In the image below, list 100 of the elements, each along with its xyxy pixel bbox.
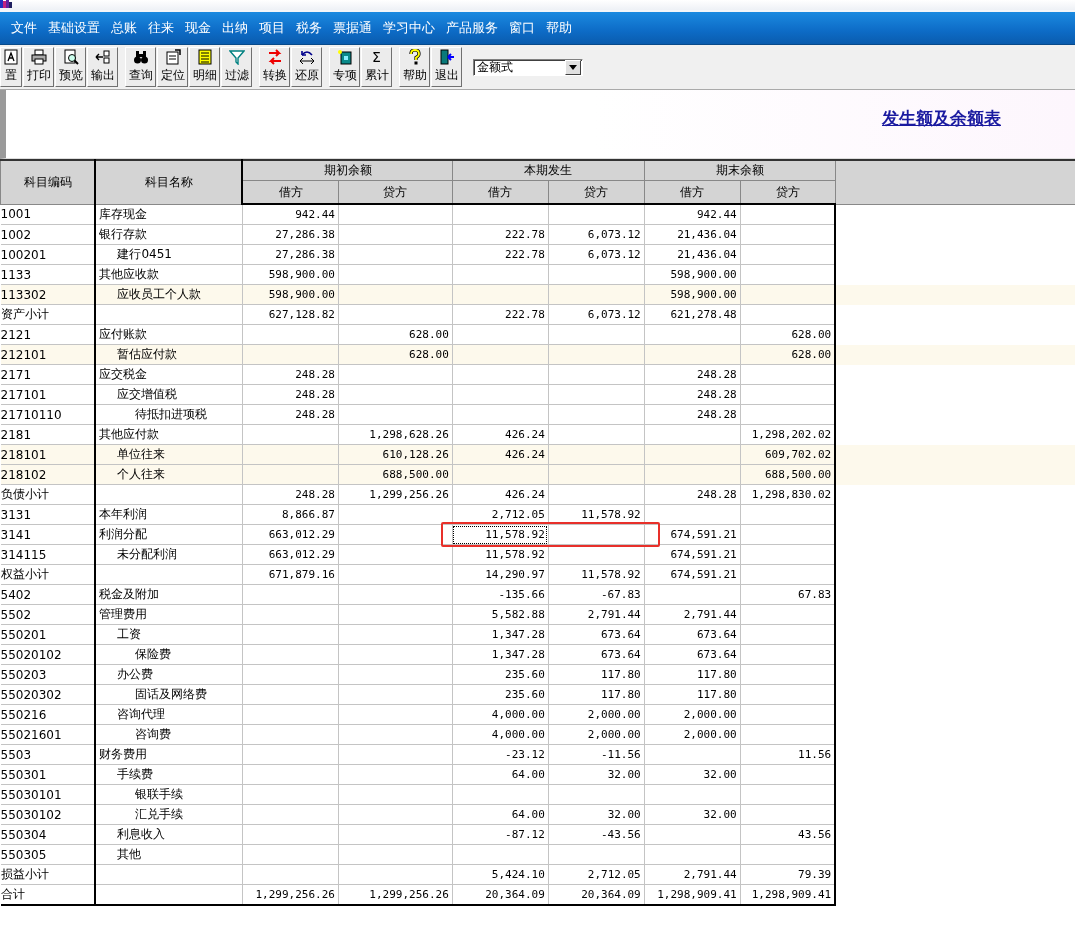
account-name-cell: 利润分配 [95,524,243,545]
toolbar-button[interactable]: Σ 累计 [361,47,392,87]
account-code-cell: 负债小计 [0,484,96,505]
account-name-cell: 利息收入 [95,824,243,845]
toolbar-button[interactable]: 打印 [23,47,54,87]
amount-cell: 674,591.21 [644,524,741,545]
account-code-cell: 550201 [0,624,96,645]
account-name-cell: 咨询代理 [95,704,243,725]
amount-cell: 248.28 [644,384,741,405]
account-name-cell: 本年利润 [95,504,243,525]
menu-item[interactable]: 学习中心 [377,19,440,37]
toolbar-button[interactable]: 输出 [87,47,118,87]
menu-item[interactable]: 出纳 [216,19,253,37]
amount-cell: 673.64 [644,644,741,665]
amount-cell: 2,712.05 [548,864,645,885]
amount-cell: 621,278.48 [644,304,741,325]
menu-item[interactable]: 帮助 [540,19,577,37]
toolbar-button[interactable]: 置 [0,47,22,87]
account-code-cell: 550301 [0,764,96,785]
toolbar-button[interactable]: 预览 [55,47,86,87]
toolbar-button[interactable]: 转换 [259,47,290,87]
account-code-cell: 212101 [0,344,96,365]
amount-cell: 14,290.97 [452,564,549,585]
amount-cell: -43.56 [548,824,645,845]
toolbar-button[interactable]: 帮助 [399,47,430,87]
account-name-cell: 固话及网络费 [95,684,243,705]
account-code-cell: 55020302 [0,684,96,705]
amount-cell: 11,578.92 [452,544,549,565]
column-header: 科目名称 [95,160,243,204]
amount-cell: 2,712.05 [452,504,549,525]
account-code-cell: 5502 [0,604,96,625]
amount-cell: 21,436.04 [644,224,741,245]
amount-cell: 674,591.21 [644,544,741,565]
account-code-cell: 2171 [0,364,96,385]
app-icon [0,0,14,8]
amount-cell: 117.80 [644,664,741,685]
amount-cell: 248.28 [242,384,339,405]
amount-cell: 248.28 [644,404,741,425]
column-header: 贷方 [548,180,645,204]
menu-item[interactable]: 总账 [105,19,142,37]
display-format-dropdown[interactable]: 金额式 [473,58,583,76]
arrow-boxes-icon [94,49,111,65]
menu-item[interactable]: 文件 [5,19,42,37]
amount-cell: 235.60 [452,684,549,705]
amount-cell: 248.28 [242,484,339,505]
amount-cell: 2,791.44 [644,864,741,885]
account-code-cell: 1002 [0,224,96,245]
column-group-header: 期末余额 [644,160,836,181]
toolbar-button[interactable]: 专项 [329,47,360,87]
menu-item[interactable]: 基础设置 [42,19,105,37]
amount-cell: 21,436.04 [644,244,741,265]
amount-cell: 6,073.12 [548,224,645,245]
account-name-cell: 税金及附加 [95,584,243,605]
column-header: 借方 [644,180,741,204]
menu-item[interactable]: 往来 [142,19,179,37]
account-name-cell: 手续费 [95,764,243,785]
toolbar-button[interactable]: 还原 [291,47,322,87]
menu-item[interactable]: 窗口 [503,19,540,37]
amount-cell: 942.44 [644,204,741,225]
menu-item[interactable]: 票据通 [327,19,377,37]
account-code-cell: 55030101 [0,784,96,805]
toolbar-button[interactable]: 定位 [157,47,188,87]
amount-cell: 598,900.00 [644,264,741,285]
amount-cell: 117.80 [548,684,645,705]
toolbar-button[interactable]: 过滤 [221,47,252,87]
account-code-cell: 合计 [0,884,96,905]
account-name-cell: 应交税金 [95,364,243,385]
toolbar-button[interactable]: 退出 [431,47,462,87]
amount-cell: 32.00 [548,804,645,825]
amount-cell: -87.12 [452,824,549,845]
account-name-cell: 保险费 [95,644,243,665]
account-name-cell: 管理费用 [95,604,243,625]
amount-cell: 1,347.28 [452,624,549,645]
amount-cell: -23.12 [452,744,549,765]
column-group-header: 本期发生 [452,160,645,181]
menu-item[interactable]: 现金 [179,19,216,37]
curved-arrows-icon [298,49,315,65]
menu-item[interactable]: 项目 [253,19,290,37]
account-code-cell: 3131 [0,504,96,525]
binoculars-icon [132,49,149,65]
amount-cell: 1,298,909.41 [740,884,836,905]
amount-cell: 674,591.21 [644,564,741,585]
account-name-cell: 咨询费 [95,724,243,745]
menu-item[interactable]: 产品服务 [440,19,503,37]
toolbar-button[interactable]: 明细 [189,47,220,87]
account-code-cell: 资产小计 [0,304,96,325]
account-code-cell: 218102 [0,464,96,485]
amount-cell: 4,000.00 [452,704,549,725]
amount-cell: 248.28 [242,404,339,425]
amount-cell: 5,424.10 [452,864,549,885]
column-header: 贷方 [338,180,453,204]
menu-item[interactable]: 税务 [290,19,327,37]
toolbar-button[interactable]: 查询 [125,47,156,87]
amount-cell: 4,000.00 [452,724,549,745]
amount-cell: 32.00 [644,764,741,785]
amount-cell: -67.83 [548,584,645,605]
amount-cell: 2,000.00 [644,724,741,745]
amount-cell: 673.64 [644,624,741,645]
list-icon [196,49,213,65]
amount-cell: 248.28 [644,364,741,385]
